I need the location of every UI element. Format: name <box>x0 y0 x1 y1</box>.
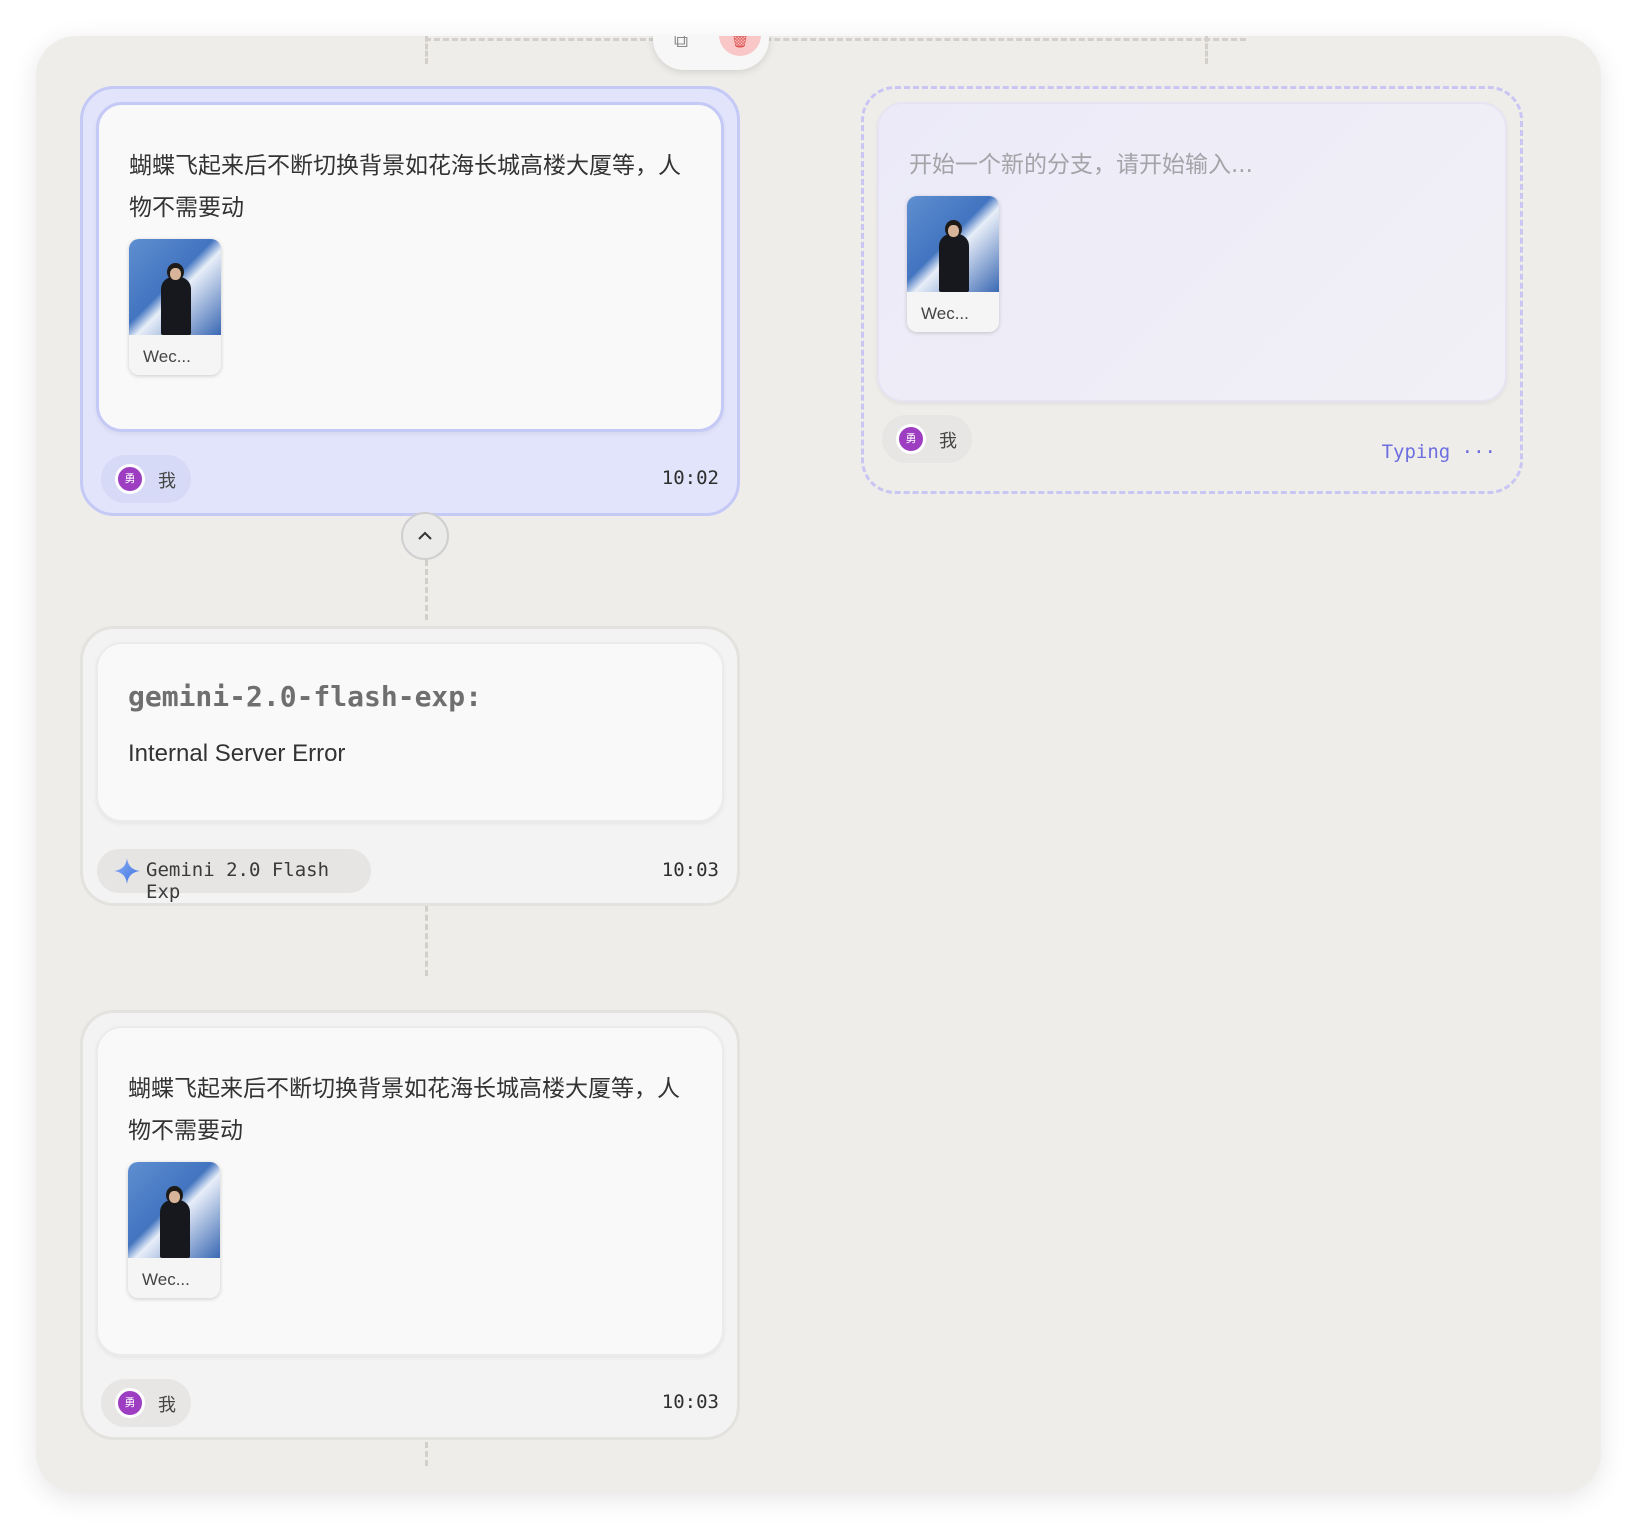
typing-indicator: Typing ··· <box>1381 441 1496 463</box>
author-chip[interactable]: 勇 我 <box>882 415 972 463</box>
chevron-up-icon <box>418 531 432 540</box>
message-node-user[interactable]: 蝴蝶飞起来后不断切换背景如花海长城高楼大厦等，人物不需要动 Wec... 勇 我… <box>80 1010 740 1440</box>
message-node-assistant[interactable]: gemini-2.0-flash-exp: Internal Server Er… <box>80 626 740 906</box>
collapse-button[interactable] <box>401 512 449 560</box>
image-attachment[interactable]: Wec... <box>128 1162 220 1298</box>
message-text: 蝴蝶飞起来后不断切换背景如花海长城高楼大厦等，人物不需要动 <box>129 153 681 221</box>
avatar: 勇 <box>115 464 145 494</box>
message-node-user-selected[interactable]: 蝴蝶飞起来后不断切换背景如花海长城高楼大厦等，人物不需要动 Wec... 勇 我… <box>80 86 740 516</box>
avatar: 勇 <box>896 424 926 454</box>
message-card[interactable]: gemini-2.0-flash-exp: Internal Server Er… <box>96 642 724 822</box>
message-card[interactable]: 蝴蝶飞起来后不断切换背景如花海长城高楼大厦等，人物不需要动 Wec... <box>96 102 724 432</box>
connector-line <box>425 560 428 620</box>
message-card[interactable]: 蝴蝶飞起来后不断切换背景如花海长城高楼大厦等，人物不需要动 Wec... <box>96 1026 724 1356</box>
message-timestamp: 10:03 <box>661 1391 719 1413</box>
model-chip[interactable]: Gemini 2.0 Flash Exp <box>97 849 371 903</box>
copy-icon[interactable]: ⧉ <box>669 36 693 52</box>
image-attachment[interactable]: Wec... <box>129 239 221 375</box>
branch-canvas[interactable]: ⧉ 🗑 蝴蝶飞起来后不断切换背景如花海长城高楼大厦等，人物不需要动 Wec...… <box>36 36 1601 1493</box>
trash-icon[interactable]: 🗑 <box>719 36 761 56</box>
attachment-caption: Wec... <box>142 1270 190 1289</box>
attachment-caption: Wec... <box>143 347 191 366</box>
draft-input-placeholder[interactable]: 开始一个新的分支，请开始输入... <box>909 144 1469 186</box>
author-name: 我 <box>158 1395 176 1416</box>
model-id: gemini-2.0-flash-exp: <box>128 680 483 713</box>
author-chip[interactable]: 勇 我 <box>101 455 191 503</box>
author-name: 我 <box>158 471 176 492</box>
attachment-caption: Wec... <box>921 304 969 323</box>
draft-input-card[interactable]: 开始一个新的分支，请开始输入... Wec... <box>877 102 1507 402</box>
draft-branch-node[interactable]: 开始一个新的分支，请开始输入... Wec... 勇 我 Typing ··· <box>861 86 1523 494</box>
error-message: Internal Server Error <box>128 740 346 767</box>
model-name: Gemini 2.0 Flash Exp <box>146 859 330 903</box>
author-name: 我 <box>939 431 957 452</box>
image-attachment[interactable]: Wec... <box>907 196 999 332</box>
message-text: 蝴蝶飞起来后不断切换背景如花海长城高楼大厦等，人物不需要动 <box>128 1076 680 1144</box>
attachment-thumbnail <box>129 239 221 335</box>
author-chip[interactable]: 勇 我 <box>101 1379 191 1427</box>
node-action-bar: ⧉ 🗑 <box>653 36 769 70</box>
message-timestamp: 10:02 <box>661 467 719 489</box>
attachment-thumbnail <box>128 1162 220 1258</box>
gemini-sparkle-icon <box>114 858 140 884</box>
message-timestamp: 10:03 <box>661 859 719 881</box>
avatar: 勇 <box>115 1388 145 1418</box>
attachment-thumbnail <box>907 196 999 292</box>
connector-line <box>1205 36 1208 64</box>
connector-line <box>425 38 1246 41</box>
